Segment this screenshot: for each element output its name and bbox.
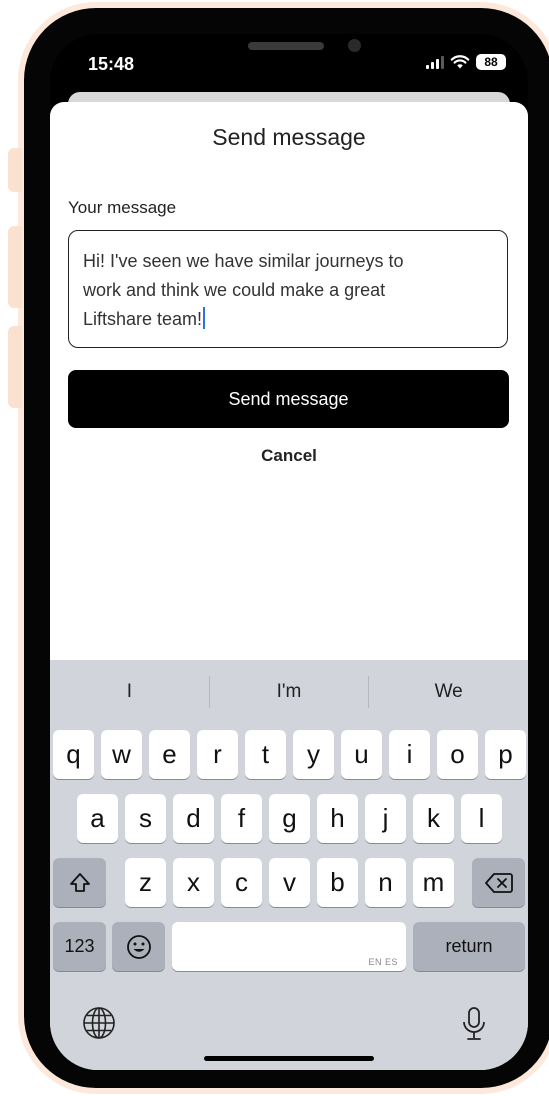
status-time: 15:48 [88, 54, 135, 74]
key-k[interactable]: k [413, 794, 454, 843]
key-u[interactable]: u [341, 730, 382, 779]
key-n[interactable]: n [365, 858, 406, 907]
key-m[interactable]: m [413, 858, 454, 907]
dictation-button[interactable] [462, 1006, 486, 1047]
backspace-icon [484, 872, 513, 893]
message-line: Hi! I've seen we have similar journeys t… [83, 251, 404, 271]
cancel-button[interactable]: Cancel [50, 446, 528, 466]
emoji-key[interactable] [112, 922, 165, 971]
keyboard: I I'm We q w e r t y u i o p a s d f g h… [50, 660, 528, 1070]
key-c[interactable]: c [221, 858, 262, 907]
key-g[interactable]: g [269, 794, 310, 843]
status-bar: 15:48 88 [50, 34, 528, 94]
key-w[interactable]: w [101, 730, 142, 779]
battery-icon: 88 [476, 54, 506, 70]
suggestion-bar: I I'm We [50, 660, 528, 724]
key-j[interactable]: j [365, 794, 406, 843]
backspace-key[interactable] [472, 858, 525, 907]
key-i[interactable]: i [389, 730, 430, 779]
key-f[interactable]: f [221, 794, 262, 843]
shift-icon [69, 872, 90, 892]
return-key[interactable]: return [413, 922, 525, 971]
key-v[interactable]: v [269, 858, 310, 907]
signal-icon [426, 55, 444, 69]
suggestion-item[interactable]: We [369, 681, 528, 703]
key-h[interactable]: h [317, 794, 358, 843]
key-p[interactable]: p [485, 730, 526, 779]
volume-up-button [8, 226, 22, 308]
notch [154, 34, 422, 70]
suggestion-item[interactable]: I'm [210, 681, 369, 703]
key-y[interactable]: y [293, 730, 334, 779]
volume-down-button [8, 326, 22, 408]
globe-button[interactable] [82, 1006, 116, 1045]
sheet-title: Send message [212, 124, 366, 150]
key-l[interactable]: l [461, 794, 502, 843]
key-x[interactable]: x [173, 858, 214, 907]
suggestion-item[interactable]: I [50, 681, 209, 703]
phone-screen: 15:48 88 Send message Your message Hi! I… [50, 34, 528, 1070]
key-t[interactable]: t [245, 730, 286, 779]
front-camera [348, 39, 361, 52]
globe-icon [83, 1007, 115, 1039]
message-line: work and think we could make a great [83, 280, 386, 300]
key-b[interactable]: b [317, 858, 358, 907]
key-a[interactable]: a [77, 794, 118, 843]
key-r[interactable]: r [197, 730, 238, 779]
space-language-label: EN ES [368, 957, 398, 967]
message-field-label: Your message [68, 198, 177, 217]
microphone-icon [463, 1007, 485, 1040]
message-input[interactable]: Hi! I've seen we have similar journeys t… [68, 230, 508, 348]
text-cursor [203, 307, 206, 329]
status-icons: 88 [426, 54, 506, 70]
numbers-key[interactable]: 123 [53, 922, 106, 971]
space-bar[interactable]: EN ES [172, 922, 406, 971]
shift-key[interactable] [53, 858, 106, 907]
silent-switch [8, 148, 22, 192]
key-d[interactable]: d [173, 794, 214, 843]
emoji-icon [126, 934, 151, 959]
key-o[interactable]: o [437, 730, 478, 779]
message-line: Liftshare team! [83, 309, 203, 329]
home-indicator[interactable] [204, 1056, 374, 1061]
key-s[interactable]: s [125, 794, 166, 843]
speaker-grille [248, 42, 324, 50]
key-z[interactable]: z [125, 858, 166, 907]
key-e[interactable]: e [149, 730, 190, 779]
send-message-button[interactable]: Send message [68, 370, 509, 428]
key-q[interactable]: q [53, 730, 94, 779]
wifi-icon [450, 55, 470, 69]
